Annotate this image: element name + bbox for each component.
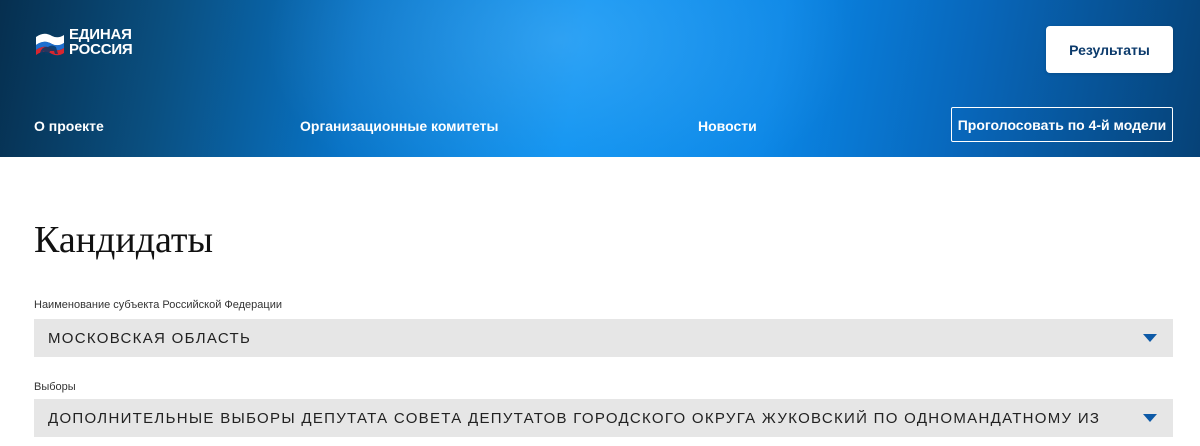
- bear-flag-icon: [34, 27, 66, 57]
- results-button[interactable]: Результаты: [1046, 26, 1173, 73]
- site-logo[interactable]: ЕДИНАЯ РОССИЯ: [34, 24, 154, 60]
- chevron-down-icon: [1143, 414, 1157, 422]
- nav-item-about[interactable]: О проекте: [34, 116, 104, 136]
- vote-model-4-button[interactable]: Проголосовать по 4-й модели: [951, 107, 1173, 142]
- nav-item-committees[interactable]: Организационные комитеты: [300, 116, 498, 136]
- logo-line-2: РОССИЯ: [69, 41, 133, 58]
- elections-select[interactable]: Дополнительные выборы депутата Совета де…: [34, 399, 1173, 437]
- logo-text: ЕДИНАЯ РОССИЯ: [69, 27, 133, 57]
- nav-item-news[interactable]: Новости: [698, 116, 757, 136]
- logo-line-1: ЕДИНАЯ: [69, 26, 132, 43]
- subject-select-value: Московская область: [48, 329, 252, 347]
- elections-field-label: Выборы: [34, 381, 76, 393]
- chevron-down-icon: [1143, 334, 1157, 342]
- subject-field-label: Наименование субъекта Российской Федерац…: [34, 299, 282, 311]
- subject-select[interactable]: Московская область: [34, 319, 1173, 357]
- page-title: Кандидаты: [34, 219, 214, 261]
- elections-select-value: Дополнительные выборы депутата Совета де…: [48, 409, 1101, 427]
- site-header: ЕДИНАЯ РОССИЯ Результаты О проекте Орган…: [0, 0, 1200, 157]
